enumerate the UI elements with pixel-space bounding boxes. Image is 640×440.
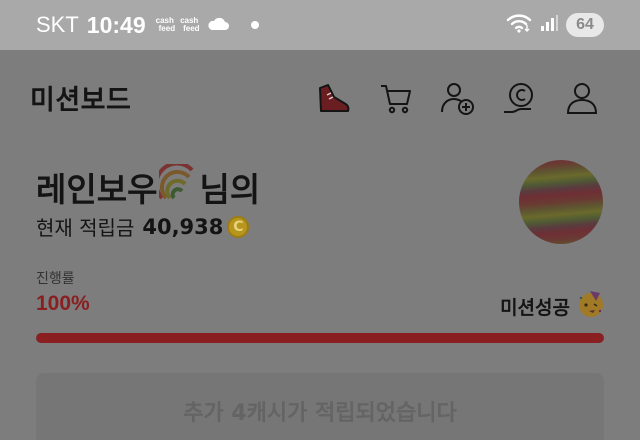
party-face-icon [576,289,606,324]
profile-icon[interactable] [562,78,602,118]
app-bar: 미션보드 [0,50,640,145]
cashfeed-notification-icon: cash feed [155,16,176,33]
user-nickname: 레인보우 [36,170,158,209]
reward-notice-text: 추가 4캐시가 적립되었습니다 [183,401,457,426]
shoe-icon[interactable] [314,78,354,118]
rainbow-icon [154,161,197,210]
progress-bar [36,333,604,343]
add-friend-icon[interactable] [438,78,478,118]
cart-icon[interactable] [376,78,416,118]
page-title: 미션보드 [30,85,132,116]
cashfeed-notification-icon: cash feed [180,16,200,33]
mission-status: 미션성공 [500,289,606,324]
greeting-title: 레인보우 님의 [36,161,261,211]
cloud-icon [207,16,229,35]
progress-value: 100% [36,292,90,315]
avatar[interactable] [519,160,603,244]
balance-row: 현재 적립금 40,938 C [36,212,250,241]
header-actions [314,78,602,118]
reward-notice: 추가 4캐시가 적립되었습니다 [36,373,604,440]
carrier-label: SKT [36,12,79,37]
mission-status-label: 미션성공 [500,297,570,319]
progress-bar-fill [36,333,604,343]
balance-label: 현재 적립금 [36,216,135,240]
coin-icon: C [227,215,250,238]
coin-hand-icon[interactable] [500,78,540,118]
notification-dot-icon [250,21,259,29]
battery-indicator: 64 [566,13,604,37]
progress-label: 진행률 [36,271,75,287]
signal-icon [540,14,558,36]
greeting-suffix: 님의 [199,170,261,209]
balance-value: 40,938 [142,214,224,239]
status-bar: SKT 10:49 cash feed cash feed 64 [0,0,640,50]
clock: 10:49 [86,11,146,38]
wifi-icon [506,13,532,37]
